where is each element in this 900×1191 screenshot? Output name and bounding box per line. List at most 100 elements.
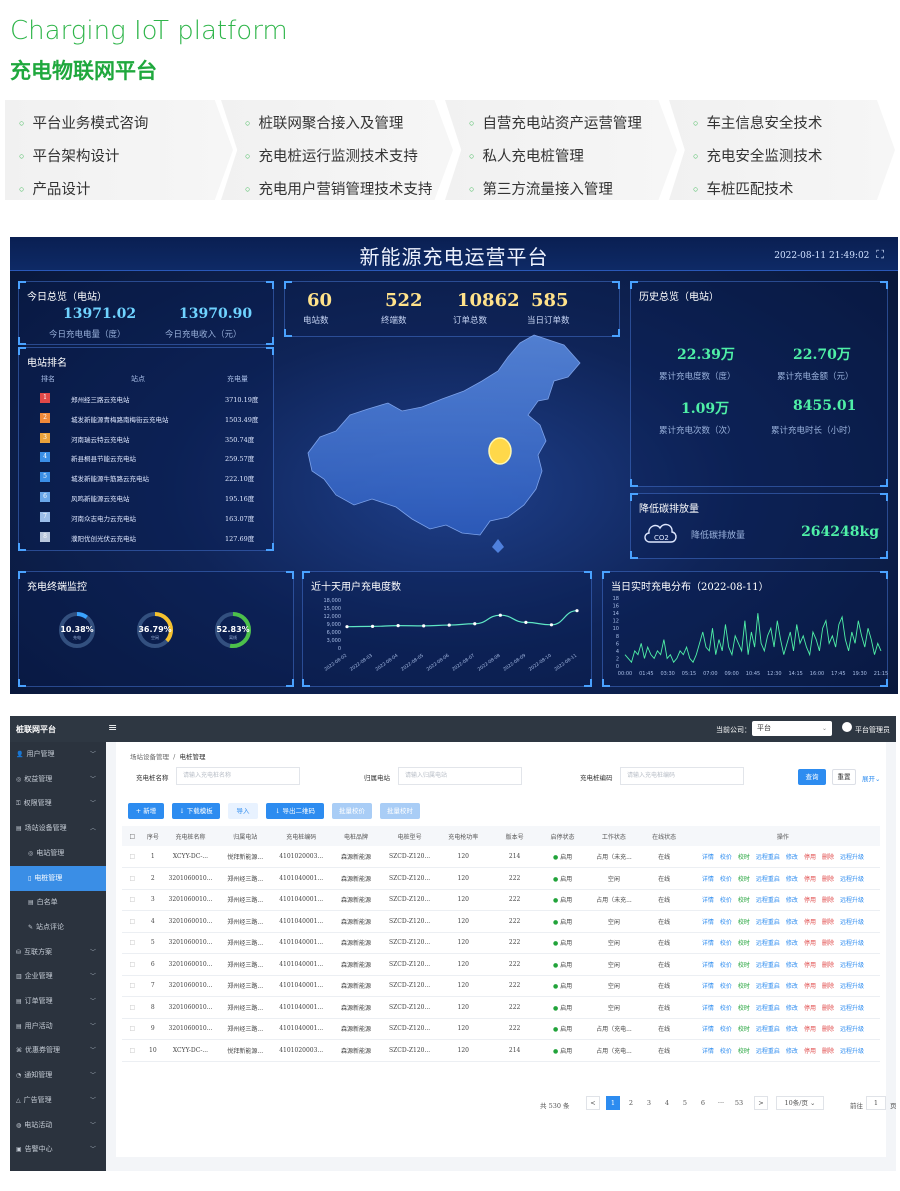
row-action-link[interactable]: 详情 — [702, 917, 714, 926]
row-action-link[interactable]: 详情 — [702, 981, 714, 990]
sidebar-item[interactable]: ◎ 权益管理 ﹀ — [10, 767, 106, 792]
row-action-link[interactable]: 校价 — [720, 917, 732, 926]
row-action-link[interactable]: 删除 — [822, 895, 834, 904]
row-action-link[interactable]: 修改 — [786, 1046, 798, 1055]
row-checkbox[interactable]: □ — [122, 975, 143, 997]
sidebar-item[interactable]: ▣ 告警中心 ﹀ — [10, 1137, 106, 1162]
row-action-link[interactable]: 校时 — [738, 895, 750, 904]
row-action-link[interactable]: 校时 — [738, 1003, 750, 1012]
row-action-link[interactable]: 远程升级 — [840, 938, 864, 947]
row-action-link[interactable]: 修改 — [786, 960, 798, 969]
row-action-link[interactable]: 删除 — [822, 960, 834, 969]
row-action-link[interactable]: 停用 — [804, 852, 816, 861]
row-action-link[interactable]: 校时 — [738, 917, 750, 926]
station-input[interactable]: 请输入归属电站 — [398, 767, 522, 785]
row-action-link[interactable]: 校价 — [720, 960, 732, 969]
toolbar-button[interactable]: 导入 — [228, 803, 258, 819]
row-action-link[interactable]: 停用 — [804, 917, 816, 926]
row-action-link[interactable]: 修改 — [786, 917, 798, 926]
row-action-link[interactable]: 校价 — [720, 895, 732, 904]
row-action-link[interactable]: 远程重启 — [756, 917, 780, 926]
row-action-link[interactable]: 校时 — [738, 874, 750, 883]
row-action-link[interactable]: 修改 — [786, 874, 798, 883]
toolbar-button[interactable]: 批量校价 — [332, 803, 372, 819]
row-action-link[interactable]: 远程升级 — [840, 874, 864, 883]
row-action-link[interactable]: 校价 — [720, 874, 732, 883]
row-checkbox[interactable]: □ — [122, 867, 143, 890]
row-checkbox[interactable]: □ — [122, 932, 143, 954]
page-button[interactable]: 53 — [732, 1096, 746, 1110]
row-action-link[interactable]: 校价 — [720, 852, 732, 861]
row-checkbox[interactable]: □ — [122, 1039, 143, 1062]
page-button[interactable]: ··· — [714, 1096, 728, 1110]
row-action-link[interactable]: 删除 — [822, 852, 834, 861]
row-action-link[interactable]: 校价 — [720, 1024, 732, 1033]
row-action-link[interactable]: 远程升级 — [840, 895, 864, 904]
row-action-link[interactable]: 停用 — [804, 1024, 816, 1033]
sidebar-item[interactable]: 👤 用户管理 ﹀ — [10, 742, 106, 767]
row-action-link[interactable]: 停用 — [804, 938, 816, 947]
breadcrumb-item[interactable]: 场站设备管理 — [130, 753, 169, 761]
row-action-link[interactable]: 停用 — [804, 895, 816, 904]
row-action-link[interactable]: 远程重启 — [756, 938, 780, 947]
row-action-link[interactable]: 停用 — [804, 981, 816, 990]
charger-code-input[interactable]: 请输入充电桩编码 — [620, 767, 744, 785]
row-action-link[interactable]: 删除 — [822, 1003, 834, 1012]
row-action-link[interactable]: 详情 — [702, 874, 714, 883]
row-checkbox[interactable]: □ — [122, 953, 143, 976]
row-action-link[interactable]: 远程升级 — [840, 1024, 864, 1033]
expand-link[interactable]: 展开⌄ — [862, 773, 880, 783]
sidebar-item[interactable]: ▤ 订单管理 ﹀ — [10, 989, 106, 1014]
query-button[interactable]: 查询 — [798, 769, 826, 785]
row-checkbox[interactable]: □ — [122, 996, 143, 1019]
row-action-link[interactable]: 修改 — [786, 1003, 798, 1012]
row-action-link[interactable]: 远程重启 — [756, 1003, 780, 1012]
toolbar-button[interactable]: ↓ 下载模板 — [172, 803, 220, 819]
row-action-link[interactable]: 修改 — [786, 1024, 798, 1033]
toolbar-button[interactable]: + 新增 — [128, 803, 164, 819]
row-action-link[interactable]: 停用 — [804, 1003, 816, 1012]
user-avatar-icon[interactable] — [842, 722, 852, 732]
page-button[interactable]: 5 — [678, 1096, 692, 1110]
row-action-link[interactable]: 删除 — [822, 1046, 834, 1055]
sidebar-item[interactable]: ◍ 电站活动 ﹀ — [10, 1113, 106, 1138]
row-action-link[interactable]: 校时 — [738, 981, 750, 990]
row-action-link[interactable]: 远程重启 — [756, 874, 780, 883]
sidebar-item[interactable]: ✎ 站点评论 — [10, 915, 106, 940]
select-all-checkbox[interactable]: □ — [122, 826, 143, 846]
page-button[interactable]: 1 — [606, 1096, 620, 1110]
goto-input[interactable]: 1 — [866, 1096, 886, 1110]
reset-button[interactable]: 重置 — [832, 769, 856, 785]
row-action-link[interactable]: 远程重启 — [756, 981, 780, 990]
next-page-button[interactable]: > — [754, 1096, 768, 1110]
row-checkbox[interactable]: □ — [122, 910, 143, 933]
row-action-link[interactable]: 校时 — [738, 960, 750, 969]
row-action-link[interactable]: 远程重启 — [756, 852, 780, 861]
sidebar-item[interactable]: ◎ 电站管理 — [10, 841, 106, 866]
row-action-link[interactable]: 详情 — [702, 852, 714, 861]
sidebar-item[interactable]: ▯ 电桩管理 — [10, 865, 106, 891]
row-action-link[interactable]: 详情 — [702, 1003, 714, 1012]
sidebar-item[interactable]: ▥ 企业管理 ﹀ — [10, 964, 106, 989]
row-action-link[interactable]: 删除 — [822, 874, 834, 883]
row-action-link[interactable]: 停用 — [804, 1046, 816, 1055]
page-button[interactable]: 3 — [642, 1096, 656, 1110]
row-action-link[interactable]: 远程重启 — [756, 960, 780, 969]
row-action-link[interactable]: 详情 — [702, 938, 714, 947]
sidebar-item[interactable]: ◔ 通知管理 ﹀ — [10, 1063, 106, 1088]
row-action-link[interactable]: 详情 — [702, 1046, 714, 1055]
row-action-link[interactable]: 校价 — [720, 1003, 732, 1012]
row-action-link[interactable]: 远程重启 — [756, 895, 780, 904]
sidebar-item[interactable]: ⛁ 互联方案 ﹀ — [10, 940, 106, 965]
row-checkbox[interactable]: □ — [122, 889, 143, 911]
row-action-link[interactable]: 远程升级 — [840, 960, 864, 969]
sidebar-item[interactable]: ⚿ 权限管理 ﹀ — [10, 791, 106, 816]
row-action-link[interactable]: 停用 — [804, 874, 816, 883]
row-action-link[interactable]: 详情 — [702, 895, 714, 904]
page-size-select[interactable]: 10条/页 ⌄ — [776, 1096, 824, 1110]
row-action-link[interactable]: 远程升级 — [840, 852, 864, 861]
row-checkbox[interactable]: □ — [122, 846, 143, 868]
row-action-link[interactable]: 校价 — [720, 981, 732, 990]
row-action-link[interactable]: 校时 — [738, 1046, 750, 1055]
fullscreen-icon[interactable]: ⛶ — [876, 248, 884, 261]
